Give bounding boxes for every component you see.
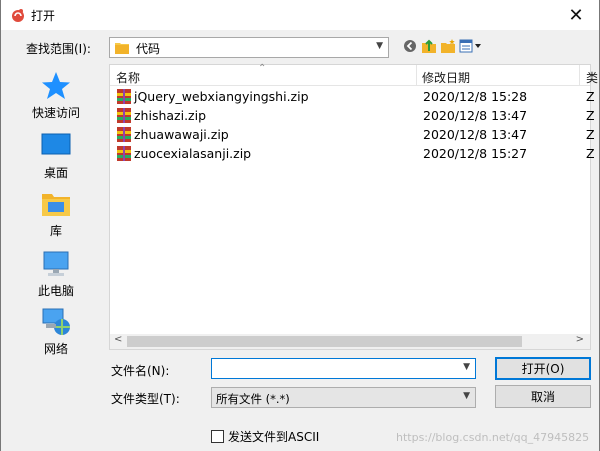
- view-menu-icon: [459, 39, 481, 53]
- close-button[interactable]: ✕: [553, 0, 599, 30]
- scroll-left-icon[interactable]: <: [114, 334, 122, 345]
- navigation-toolbar: [402, 37, 483, 55]
- file-type-select[interactable]: 所有文件 (*.*) ▼: [211, 387, 476, 408]
- file-name: jQuery_webxiangyingshi.zip: [134, 89, 309, 104]
- column-header-type[interactable]: 类: [586, 69, 598, 86]
- place-label: 库: [49, 224, 62, 238]
- window-title: 打开: [31, 9, 56, 23]
- file-name-label: 文件名(N):: [111, 364, 170, 378]
- place-network[interactable]: 网络: [6, 302, 106, 360]
- zip-archive-icon: [117, 127, 131, 142]
- file-name: zhishazi.zip: [134, 108, 207, 123]
- file-date: 2020/12/8 13:47: [423, 108, 528, 123]
- file-type-label: 文件类型(T):: [111, 392, 180, 406]
- file-type: Z: [586, 108, 595, 123]
- close-icon: ✕: [568, 4, 584, 26]
- place-desktop[interactable]: 桌面: [6, 126, 106, 184]
- file-row[interactable]: zhishazi.zip 2020/12/8 13:47 Z: [110, 106, 595, 125]
- file-name: zuocexialasanji.zip: [134, 146, 252, 161]
- file-row[interactable]: zuocexialasanji.zip 2020/12/8 15:27 Z: [110, 144, 595, 163]
- look-in-combo[interactable]: 代码 ▼: [109, 37, 389, 58]
- quick-access-star-icon: [42, 72, 70, 99]
- cancel-button[interactable]: 取消: [495, 385, 591, 408]
- open-button[interactable]: 打开(O): [495, 357, 591, 380]
- zip-archive-icon: [117, 146, 131, 161]
- places-bar: 快速访问 桌面 库 此电脑 网络: [6, 64, 106, 364]
- network-icon: [42, 308, 70, 335]
- place-this-pc[interactable]: 此电脑: [6, 244, 106, 302]
- send-ascii-checkbox[interactable]: [211, 430, 224, 443]
- zip-archive-icon: [117, 108, 131, 123]
- place-label: 桌面: [43, 166, 68, 180]
- file-date: 2020/12/8 13:47: [423, 127, 528, 142]
- zip-archive-icon: [117, 89, 131, 104]
- column-header-date[interactable]: 修改日期: [422, 69, 470, 86]
- new-folder-button[interactable]: [440, 38, 456, 54]
- open-button-label: 打开(O): [521, 362, 565, 376]
- view-menu-button[interactable]: [459, 38, 483, 54]
- file-type: Z: [586, 146, 595, 161]
- place-label: 网络: [43, 342, 68, 356]
- file-type: Z: [586, 127, 595, 142]
- chevron-down-icon[interactable]: ▼: [463, 362, 470, 372]
- file-date: 2020/12/8 15:27: [423, 146, 528, 161]
- chevron-down-icon: ▼: [376, 41, 383, 51]
- new-folder-icon: [441, 39, 455, 53]
- file-row[interactable]: jQuery_webxiangyingshi.zip 2020/12/8 15:…: [110, 87, 595, 106]
- column-headers: ⌃ 名称 修改日期 类: [110, 63, 598, 86]
- up-folder-button[interactable]: [421, 38, 437, 54]
- scrollbar-thumb[interactable]: [127, 336, 522, 347]
- file-date: 2020/12/8 15:28: [423, 89, 528, 104]
- column-divider[interactable]: [579, 65, 580, 86]
- file-name-input[interactable]: ▼: [211, 358, 476, 379]
- watermark-text: https://blog.csdn.net/qq_47945825: [396, 431, 590, 444]
- back-icon: [404, 40, 416, 52]
- sort-ascending-icon: ⌃: [258, 63, 267, 74]
- up-folder-icon: [422, 39, 436, 53]
- place-label: 快速访问: [31, 106, 80, 120]
- open-file-dialog: 打开 ✕ 查找范围(I): 代码 ▼ 快速访问 桌面 库 此电脑 网络 ⌃ 名称…: [0, 0, 600, 451]
- column-header-name[interactable]: 名称: [116, 69, 140, 86]
- look-in-value: 代码: [136, 42, 161, 56]
- cancel-button-label: 取消: [530, 390, 555, 404]
- place-label: 此电脑: [37, 284, 74, 298]
- send-ascii-label: 发送文件到ASCII: [228, 430, 320, 444]
- app-swirl-icon: [12, 9, 24, 22]
- horizontal-scrollbar[interactable]: < >: [110, 334, 590, 349]
- computer-icon: [43, 251, 69, 276]
- send-ascii-option[interactable]: 发送文件到ASCII: [211, 428, 319, 445]
- chevron-down-icon[interactable]: ▼: [463, 391, 470, 401]
- file-row[interactable]: zhuawawaji.zip 2020/12/8 13:47 Z: [110, 125, 595, 144]
- desktop-icon: [41, 133, 71, 155]
- place-library[interactable]: 库: [6, 184, 106, 242]
- place-quick-access[interactable]: 快速访问: [6, 66, 106, 124]
- back-button[interactable]: [402, 38, 418, 54]
- file-type: Z: [586, 89, 595, 104]
- library-folder-icon: [42, 194, 70, 216]
- file-list[interactable]: ⌃ 名称 修改日期 类 jQuery_webxiangyingshi.zip 2…: [109, 63, 598, 350]
- file-type-value: 所有文件 (*.*): [216, 392, 290, 406]
- column-divider[interactable]: [416, 65, 417, 86]
- folder-icon: [115, 43, 129, 54]
- file-name: zhuawawaji.zip: [134, 127, 229, 142]
- title-bar: 打开 ✕: [1, 0, 599, 30]
- scroll-right-icon[interactable]: >: [576, 334, 584, 345]
- look-in-label: 查找范围(I):: [26, 42, 91, 56]
